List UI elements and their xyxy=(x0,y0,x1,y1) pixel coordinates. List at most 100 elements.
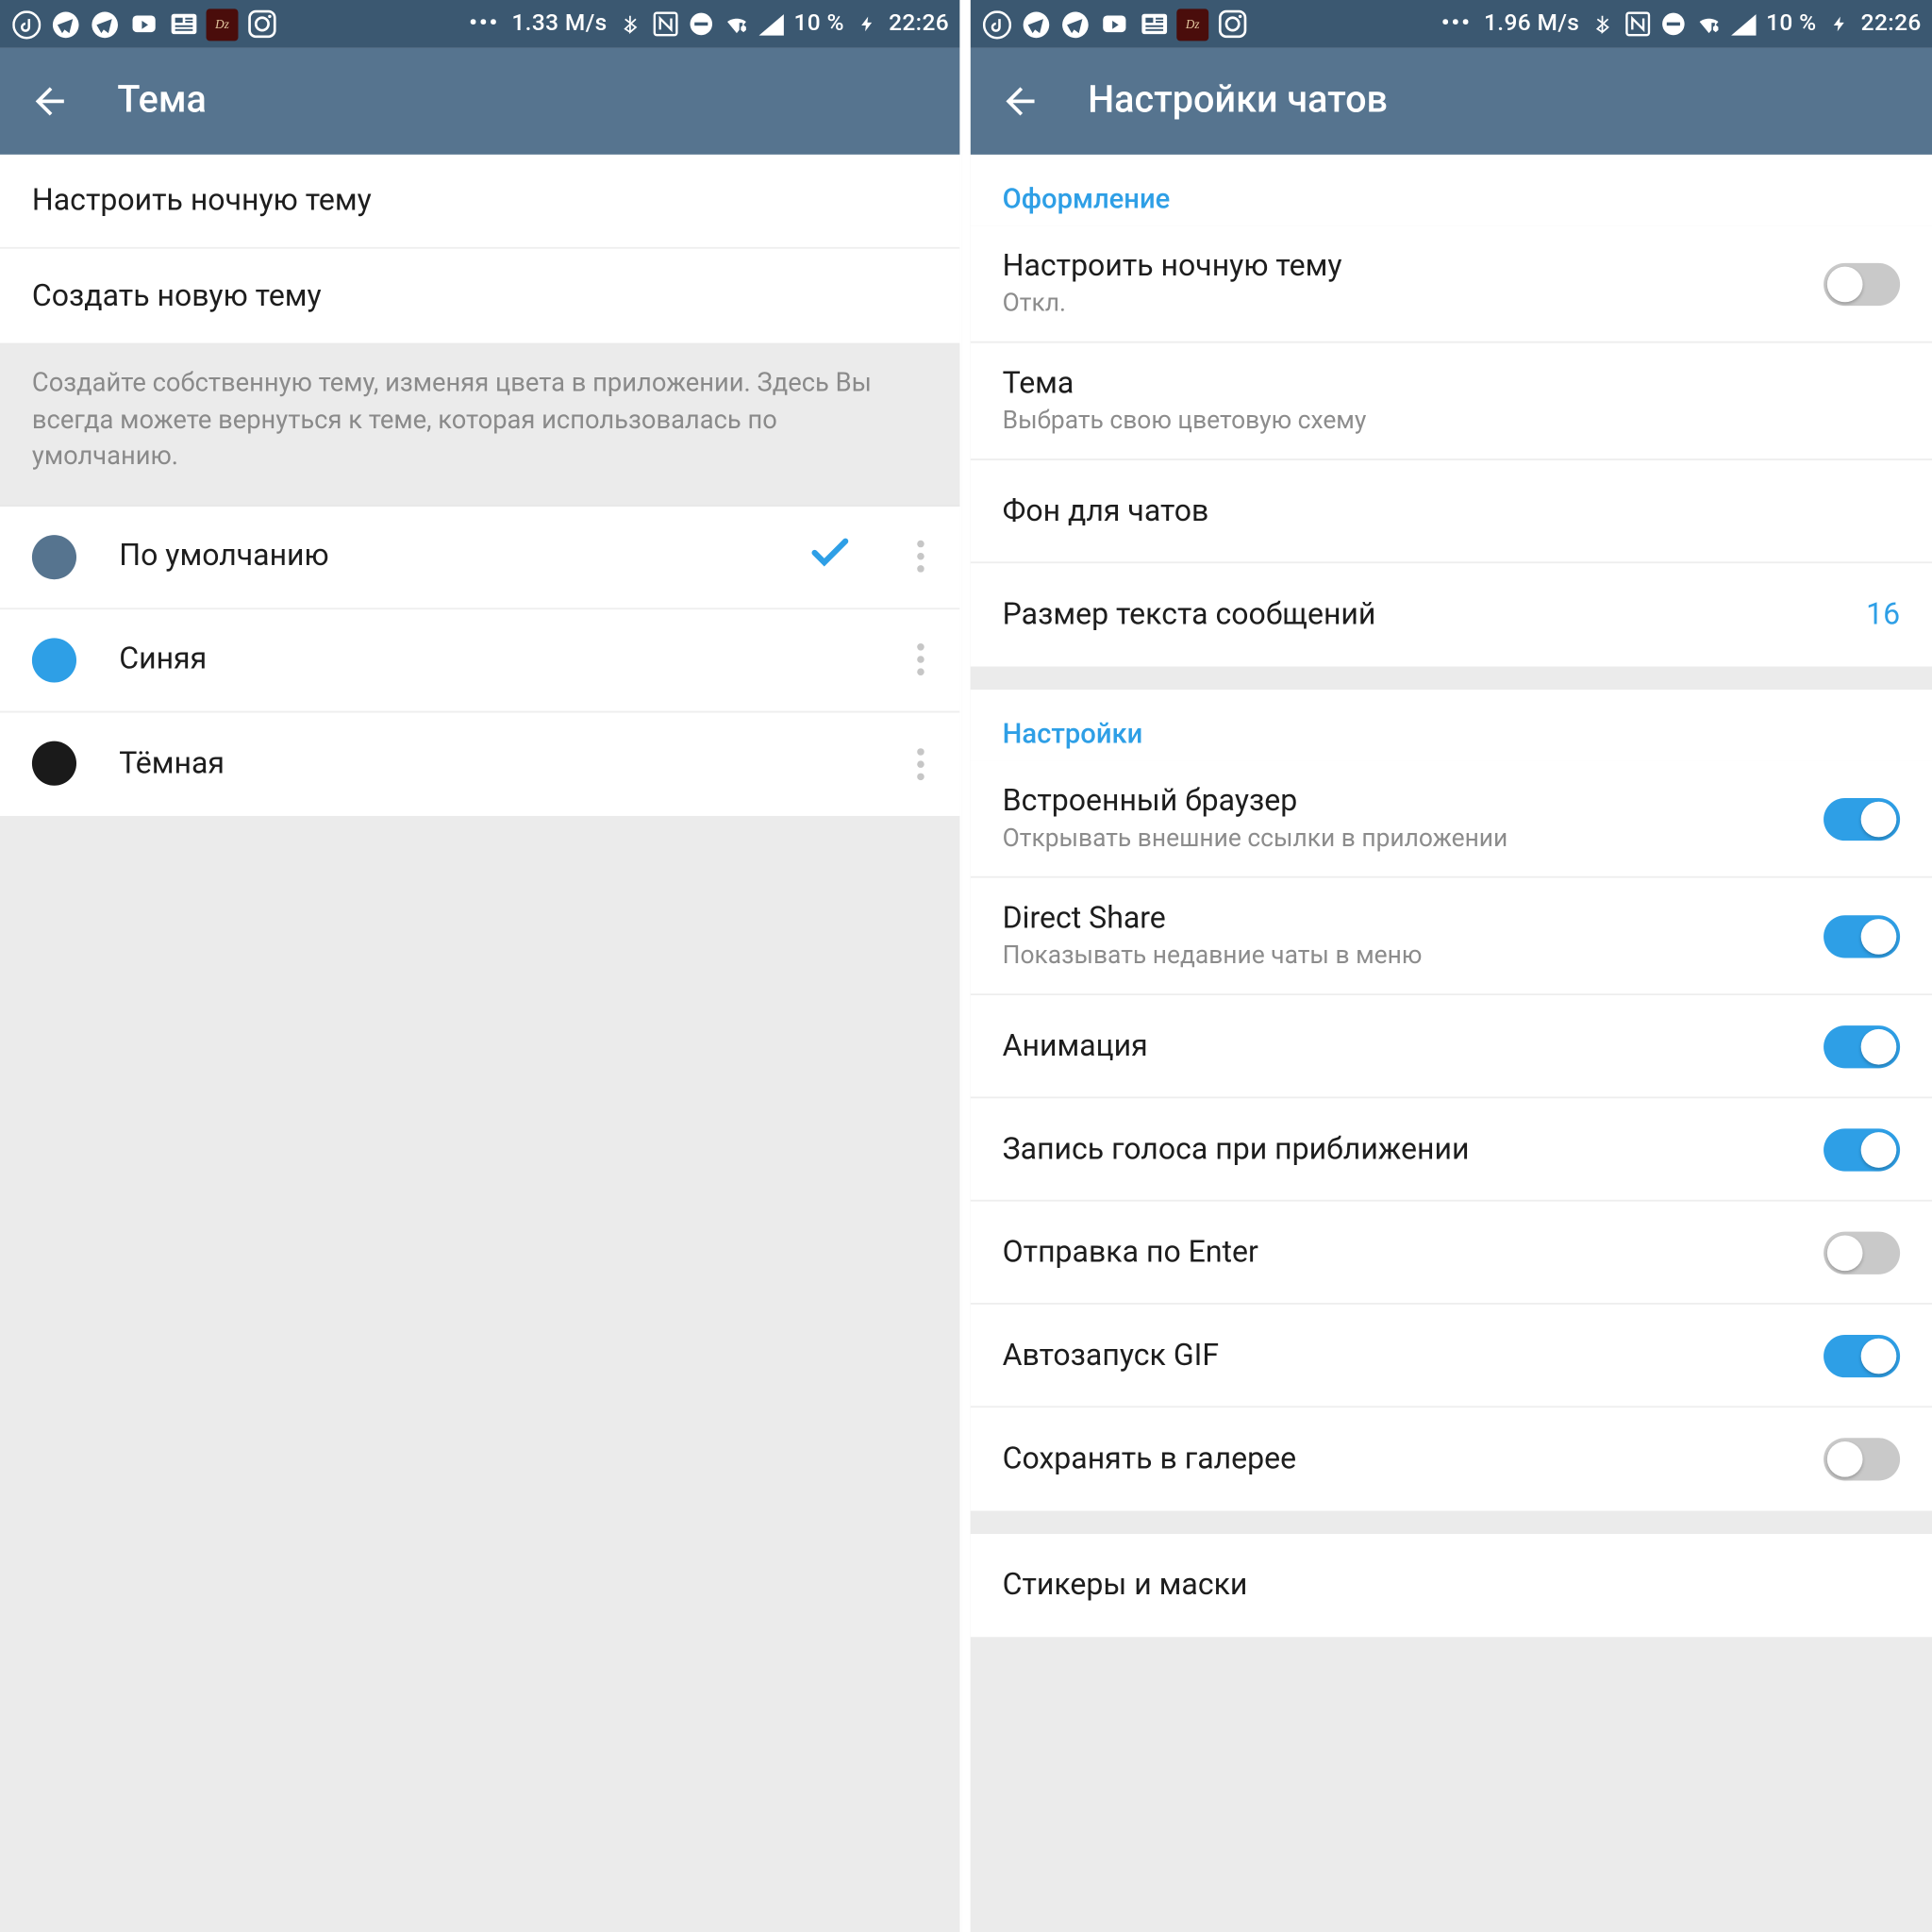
telegram-icon xyxy=(1059,8,1091,40)
theme-row[interactable]: По умолчанию xyxy=(0,506,959,608)
inapp-browser-toggle[interactable] xyxy=(1824,797,1900,840)
chat-background-row[interactable]: Фон для чатов xyxy=(971,460,1932,563)
theme-menu-button[interactable] xyxy=(896,748,946,780)
news-icon xyxy=(167,8,199,40)
inapp-browser-sub: Открывать внешние ссылки в приложении xyxy=(1003,824,1803,853)
status-bar: Dz ••• 1.33 M/s 10 % xyxy=(0,0,959,48)
page-title: Настройки чатов xyxy=(1088,80,1388,123)
battery-percent: 10 % xyxy=(793,10,843,37)
battery-percent: 10 % xyxy=(1766,10,1816,37)
status-right: ••• 1.96 M/s 10 % 22:26 xyxy=(1438,10,1922,37)
theme-row[interactable]: Синяя xyxy=(0,609,959,712)
wifi-icon xyxy=(723,10,749,37)
night-theme-toggle[interactable] xyxy=(1824,262,1900,305)
phone-screen-theme: Dz ••• 1.33 M/s 10 % xyxy=(0,0,961,1932)
animation-title: Анимация xyxy=(1003,1028,1148,1064)
app-icon: Dz xyxy=(1176,8,1208,40)
inapp-browser-row[interactable]: Встроенный браузер Открывать внешние ссы… xyxy=(971,760,1932,877)
raise-to-speak-title: Запись голоса при приближении xyxy=(1003,1131,1470,1167)
create-theme-row[interactable]: Создать новую тему xyxy=(0,249,959,343)
theme-sub: Выбрать свою цветовую схему xyxy=(1003,407,1900,435)
night-theme-label: Настроить ночную тему xyxy=(32,183,372,219)
telegram-icon xyxy=(1020,8,1052,40)
animation-row[interactable]: Анимация xyxy=(971,995,1932,1098)
autoplay-gif-title: Автозапуск GIF xyxy=(1003,1338,1219,1374)
net-speed: 1.33 M/s xyxy=(511,10,607,37)
section-header-appearance: Оформление xyxy=(971,155,1932,225)
telegram-icon xyxy=(50,8,82,40)
status-left-icons: Dz xyxy=(981,8,1248,40)
theme-label: Синяя xyxy=(119,642,853,678)
raise-to-speak-toggle[interactable] xyxy=(1824,1127,1900,1170)
clock: 22:26 xyxy=(889,10,949,37)
clock: 22:26 xyxy=(1861,10,1922,37)
theme-menu-button[interactable] xyxy=(896,541,946,573)
send-by-enter-toggle[interactable] xyxy=(1824,1231,1900,1274)
signal-icon xyxy=(758,10,785,37)
phone-screen-chat-settings: Dz ••• 1.96 M/s 10 % xyxy=(971,0,1932,1932)
status-left-icons: Dz xyxy=(10,8,277,40)
direct-share-row[interactable]: Direct Share Показывать недавние чаты в … xyxy=(971,878,1932,995)
theme-row[interactable]: Тема Выбрать свою цветовую схему xyxy=(971,343,1932,460)
dnd-icon xyxy=(687,10,713,37)
direct-share-toggle[interactable] xyxy=(1824,914,1900,957)
status-bar: Dz ••• 1.96 M/s 10 % xyxy=(971,0,1932,48)
theme-title: Тема xyxy=(1003,366,1900,402)
theme-row[interactable]: Тёмная xyxy=(0,712,959,815)
app-bar: Настройки чатов xyxy=(971,48,1932,155)
tiktok-icon xyxy=(10,8,42,40)
save-to-gallery-title: Сохранять в галерее xyxy=(1003,1441,1296,1477)
app-icon: Dz xyxy=(207,8,239,40)
autoplay-gif-row[interactable]: Автозапуск GIF xyxy=(971,1305,1932,1407)
news-icon xyxy=(1138,8,1170,40)
autoplay-gif-toggle[interactable] xyxy=(1824,1334,1900,1376)
night-theme-row[interactable]: Настроить ночную тему Откл. xyxy=(971,225,1932,342)
more-icon: ••• xyxy=(1438,12,1475,35)
dnd-icon xyxy=(1659,10,1686,37)
signal-icon xyxy=(1730,10,1757,37)
theme-color-swatch xyxy=(32,741,76,786)
inapp-browser-title: Встроенный браузер xyxy=(1003,784,1803,820)
bluetooth-icon xyxy=(1589,10,1615,37)
text-size-title: Размер текста сообщений xyxy=(1003,597,1376,633)
theme-label: Тёмная xyxy=(119,746,853,782)
stickers-row[interactable]: Стикеры и маски xyxy=(971,1534,1932,1637)
theme-hint: Создайте собственную тему, изменяя цвета… xyxy=(0,343,959,507)
raise-to-speak-row[interactable]: Запись голоса при приближении xyxy=(971,1098,1932,1201)
more-icon: ••• xyxy=(465,12,503,35)
bluetooth-icon xyxy=(616,10,642,37)
telegram-icon xyxy=(89,8,121,40)
text-size-value: 16 xyxy=(1866,597,1900,633)
send-by-enter-title: Отправка по Enter xyxy=(1003,1235,1258,1271)
net-speed: 1.96 M/s xyxy=(1484,10,1579,37)
tiktok-icon xyxy=(981,8,1013,40)
back-button[interactable] xyxy=(995,76,1045,126)
app-bar: Тема xyxy=(0,48,959,155)
instagram-icon xyxy=(245,8,277,40)
text-size-row[interactable]: Размер текста сообщений 16 xyxy=(971,563,1932,666)
animation-toggle[interactable] xyxy=(1824,1024,1900,1067)
chat-background-title: Фон для чатов xyxy=(1003,493,1209,529)
theme-label: По умолчанию xyxy=(119,539,764,575)
charging-icon xyxy=(1825,10,1852,37)
youtube-icon xyxy=(128,8,160,40)
direct-share-title: Direct Share xyxy=(1003,901,1803,937)
save-to-gallery-row[interactable]: Сохранять в галерее xyxy=(971,1407,1932,1510)
save-to-gallery-toggle[interactable] xyxy=(1824,1438,1900,1480)
check-icon xyxy=(807,530,853,584)
page-title: Тема xyxy=(117,80,207,123)
nfc-icon xyxy=(1624,10,1650,37)
night-theme-sub: Откл. xyxy=(1003,290,1803,318)
direct-share-sub: Показывать недавние чаты в меню xyxy=(1003,942,1803,971)
night-theme-row[interactable]: Настроить ночную тему xyxy=(0,155,959,249)
stickers-title: Стикеры и маски xyxy=(1003,1568,1248,1604)
theme-menu-button[interactable] xyxy=(896,643,946,675)
back-button[interactable] xyxy=(25,76,75,126)
theme-color-swatch xyxy=(32,638,76,682)
send-by-enter-row[interactable]: Отправка по Enter xyxy=(971,1202,1932,1305)
section-header-settings: Настройки xyxy=(971,690,1932,760)
wifi-icon xyxy=(1695,10,1722,37)
theme-color-swatch xyxy=(32,535,76,579)
create-theme-label: Создать новую тему xyxy=(32,278,322,314)
youtube-icon xyxy=(1098,8,1130,40)
